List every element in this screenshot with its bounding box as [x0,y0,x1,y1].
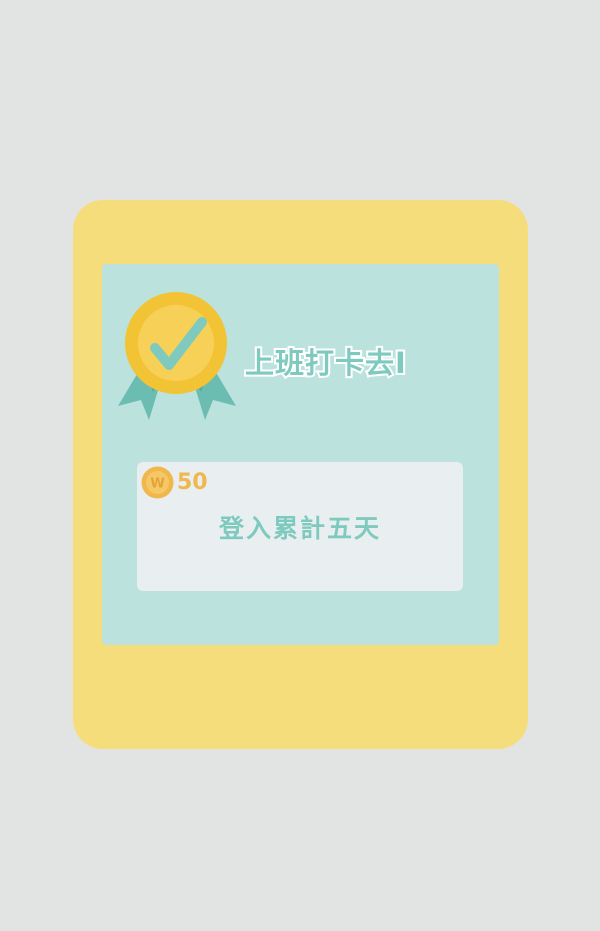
reward-amount: 50 [177,470,208,495]
task-box: W 50 登入累計五天 [137,462,463,591]
reward-row: W 50 [141,466,208,499]
medal-check-icon [118,292,236,420]
achievement-card: 上班打卡去I W 50 登入累計五天 [73,200,528,749]
coin-letter: W [150,477,164,492]
task-label: 登入累計五天 [218,514,381,543]
coin-icon: W [141,466,174,499]
achievement-panel: 上班打卡去I W 50 登入累計五天 [102,264,499,645]
achievement-title: 上班打卡去I [243,344,408,382]
